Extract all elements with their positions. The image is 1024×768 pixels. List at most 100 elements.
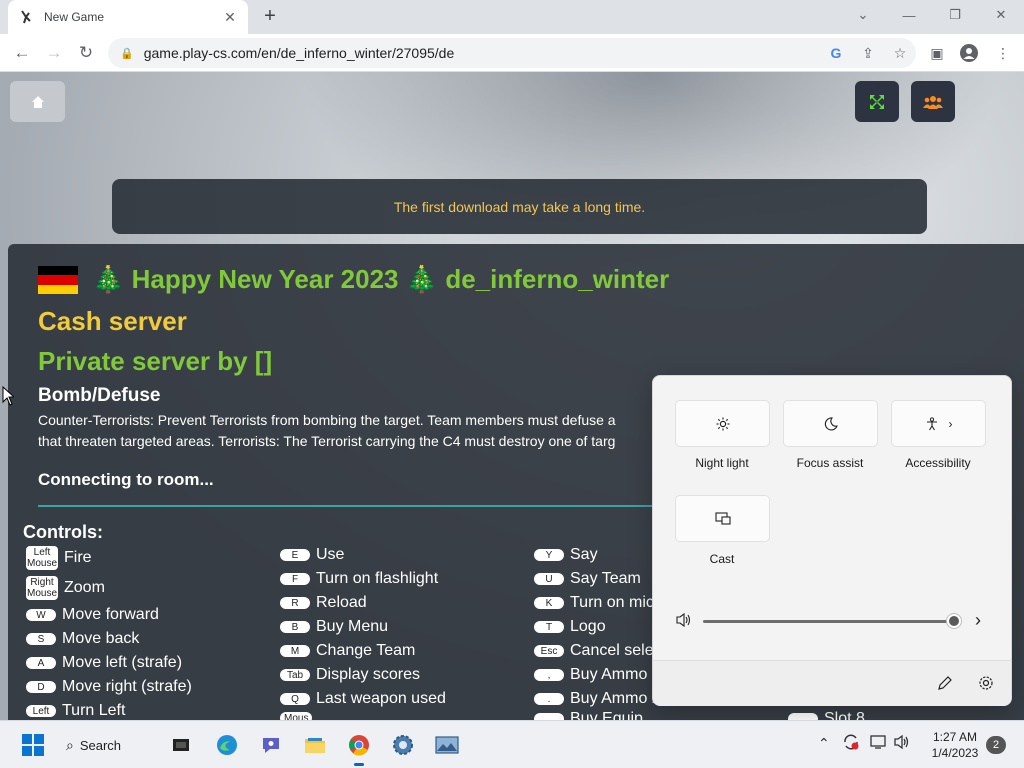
menu-kebab-icon[interactable]: ⋮ bbox=[988, 39, 1018, 67]
control-action: Move left (strafe) bbox=[62, 654, 183, 671]
germany-flag bbox=[38, 266, 78, 294]
address-bar[interactable]: 🔒 game.play-cs.com/en/de_inferno_winter/… bbox=[108, 38, 916, 68]
control-key: , bbox=[534, 669, 564, 681]
control-row: Esc Cancel sele bbox=[534, 642, 654, 660]
notification-badge[interactable]: 2 bbox=[986, 736, 1006, 754]
cast-tile[interactable] bbox=[675, 495, 770, 542]
control-row: , Buy Ammo bbox=[534, 666, 647, 684]
control-key: Q bbox=[280, 693, 310, 705]
control-row: Y Say bbox=[534, 546, 598, 564]
server-type: Cash server bbox=[38, 306, 187, 336]
control-key: Y bbox=[534, 549, 564, 561]
control-row: W Move forward bbox=[26, 606, 159, 624]
controls-heading: Controls: bbox=[23, 522, 103, 542]
control-action: Reload bbox=[316, 594, 367, 611]
control-key: F bbox=[280, 573, 310, 585]
control-key: Tab bbox=[280, 669, 310, 681]
network-icon[interactable] bbox=[870, 734, 888, 753]
settings-gear-icon[interactable] bbox=[978, 675, 994, 696]
volume-slider-thumb[interactable] bbox=[947, 614, 961, 628]
url-text[interactable]: game.play-cs.com/en/de_inferno_winter/27… bbox=[144, 45, 820, 61]
night-light-icon bbox=[716, 417, 729, 430]
sync-status-icon[interactable] bbox=[842, 733, 860, 754]
forward-button[interactable]: → bbox=[40, 39, 68, 67]
volume-icon[interactable] bbox=[893, 734, 911, 753]
home-button[interactable] bbox=[10, 81, 65, 122]
back-button[interactable]: ← bbox=[8, 39, 36, 67]
mode-description: Counter-Terrorists: Prevent Terrorists f… bbox=[38, 410, 658, 452]
control-action: Change Team bbox=[316, 642, 416, 659]
control-key: D bbox=[26, 681, 56, 693]
control-action: Use bbox=[316, 546, 345, 563]
file-explorer-icon[interactable] bbox=[300, 730, 330, 760]
control-row: D Move right (strafe) bbox=[26, 678, 192, 696]
moon-icon bbox=[824, 416, 838, 431]
close-window-button[interactable]: ✕ bbox=[978, 0, 1024, 30]
taskbar: ⌕ Search ⌃ 1:27 AM 1/4/2023 2 bbox=[0, 720, 1024, 768]
windows-logo-icon bbox=[22, 734, 44, 756]
clock-time: 1:27 AM bbox=[932, 730, 978, 744]
control-action: Cancel sele bbox=[570, 642, 654, 659]
control-action: Slot 8 bbox=[824, 710, 865, 720]
volume-button[interactable] bbox=[675, 612, 693, 628]
control-row: K Turn on mic bbox=[534, 594, 654, 612]
new-tab-button[interactable]: + bbox=[258, 5, 282, 29]
control-action: Buy Ammo bbox=[570, 666, 648, 683]
volume-slider[interactable] bbox=[703, 620, 955, 623]
reload-button[interactable]: ↻ bbox=[72, 39, 100, 67]
control-action: Display scores bbox=[316, 666, 421, 683]
photos-app-icon[interactable] bbox=[432, 730, 462, 760]
google-icon[interactable]: G bbox=[820, 39, 852, 67]
audio-output-chevron-icon[interactable]: › bbox=[975, 610, 981, 631]
control-row: E Use bbox=[280, 546, 344, 564]
taskbar-clock[interactable]: 1:27 AM 1/4/2023 bbox=[920, 729, 990, 761]
minimize-button[interactable]: — bbox=[886, 0, 932, 30]
control-row: Slot 8 bbox=[788, 710, 865, 720]
cast-icon bbox=[714, 511, 731, 525]
tab-strip: New Game ✕ + ⌄ — ❐ ✕ bbox=[0, 0, 1024, 34]
control-action: Fire bbox=[64, 549, 92, 566]
browser-tab[interactable]: New Game ✕ bbox=[8, 0, 248, 34]
control-key: Mous bbox=[280, 712, 313, 720]
control-row: . Buy Ammo 2 bbox=[534, 690, 661, 708]
control-key: T bbox=[534, 621, 564, 633]
control-action: Turn Left bbox=[62, 702, 126, 719]
tab-search-icon[interactable]: ⌄ bbox=[840, 0, 886, 30]
edge-icon[interactable] bbox=[212, 730, 242, 760]
chrome-icon[interactable] bbox=[344, 730, 374, 766]
night-light-toggle[interactable] bbox=[675, 400, 770, 447]
control-key: Esc bbox=[534, 645, 564, 657]
control-action: Buy Ammo 2 bbox=[570, 690, 661, 707]
taskbar-search[interactable]: ⌕ Search bbox=[66, 732, 156, 758]
side-panel-icon[interactable]: ▣ bbox=[922, 39, 952, 67]
control-key: . bbox=[534, 693, 564, 705]
profile-avatar-icon[interactable] bbox=[954, 39, 984, 67]
chevron-up-icon[interactable]: ⌃ bbox=[818, 735, 830, 752]
close-tab-icon[interactable]: ✕ bbox=[222, 9, 238, 26]
share-icon[interactable]: ⇪ bbox=[852, 39, 884, 67]
divider bbox=[38, 505, 678, 507]
task-view-icon[interactable] bbox=[166, 730, 196, 760]
control-row: Left Turn Left bbox=[26, 702, 125, 720]
cast-label: Cast bbox=[709, 552, 735, 566]
server-owner: Private server by [] bbox=[38, 346, 273, 376]
restore-button[interactable]: ❐ bbox=[932, 0, 978, 30]
connecting-status: Connecting to room... bbox=[38, 470, 214, 489]
lock-icon[interactable]: 🔒 bbox=[120, 47, 134, 60]
teams-chat-icon[interactable] bbox=[256, 730, 286, 760]
control-key: K bbox=[534, 597, 564, 609]
start-button[interactable] bbox=[18, 730, 48, 760]
players-button[interactable] bbox=[911, 81, 955, 122]
bookmark-star-icon[interactable]: ☆ bbox=[884, 39, 916, 67]
focus-assist-toggle[interactable] bbox=[783, 400, 878, 447]
edit-pencil-icon[interactable] bbox=[937, 675, 953, 696]
home-icon bbox=[31, 95, 44, 108]
control-key bbox=[534, 713, 564, 720]
fullscreen-button[interactable] bbox=[855, 81, 899, 122]
accessibility-tile[interactable]: › bbox=[891, 400, 986, 447]
settings-app-icon[interactable] bbox=[388, 730, 418, 760]
quick-settings-flyout: Night light Focus assist › Accessibility… bbox=[652, 375, 1012, 706]
control-row: Right Mouse Zoom bbox=[26, 576, 105, 600]
control-key: Left Mouse bbox=[26, 546, 58, 570]
control-action: Logo bbox=[570, 618, 606, 635]
